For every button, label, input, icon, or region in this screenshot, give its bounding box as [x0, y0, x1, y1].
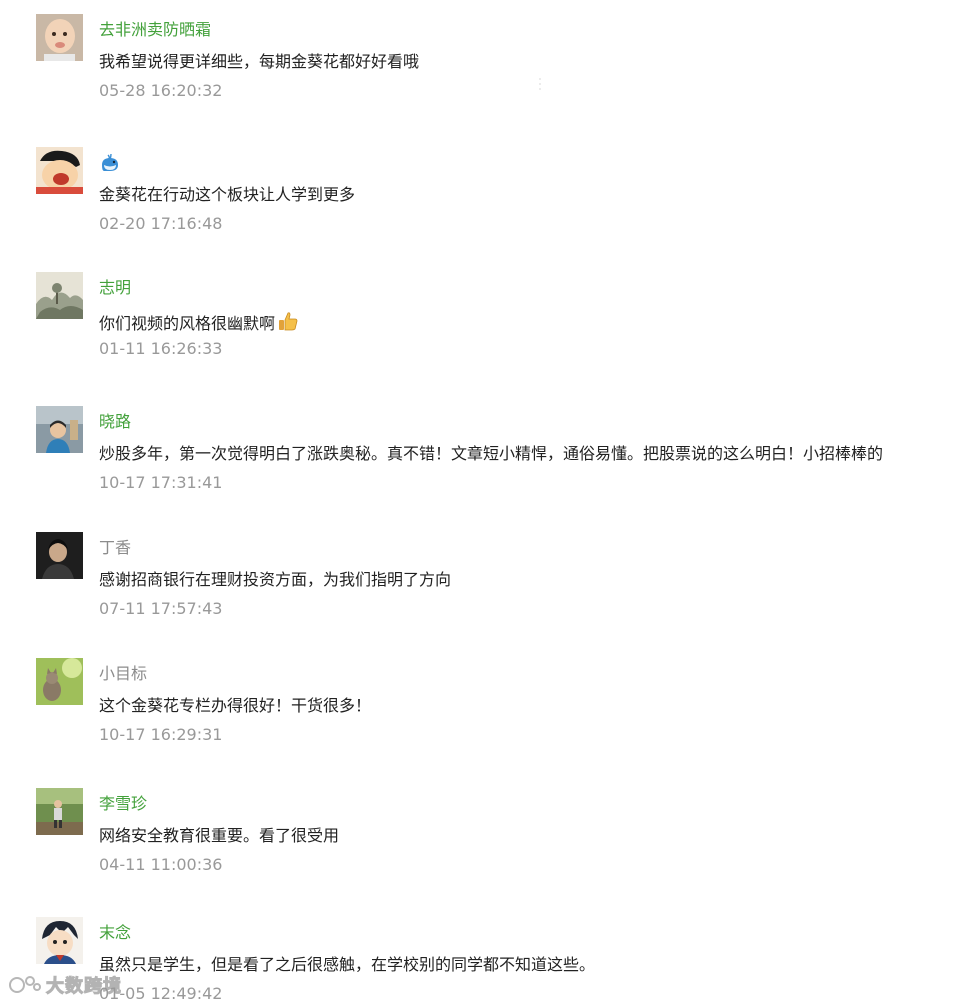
comment-item: 志明 你们视频的风格很幽默啊 01-11 16:26:33 [0, 272, 960, 372]
watermark: 大数跨境 [8, 972, 122, 998]
thumbs-up-icon [279, 312, 298, 331]
comment-text: 网络安全教育很重要。看了很受用 [99, 826, 340, 845]
comment-item: 金葵花在行动这个板块让人学到更多 02-20 17:16:48 [0, 147, 960, 247]
comment-item: 晓路 炒股多年，第一次觉得明白了涨跌奥秘。真不错！文章短小精悍，通俗易懂。把股票… [0, 406, 960, 506]
cat-avatar[interactable] [36, 658, 83, 705]
logo-icon [9, 976, 41, 993]
commenter-name[interactable]: 李雪珍 [99, 794, 147, 814]
comment-text: 这个金葵花专栏办得很好！干货很多！ [99, 696, 372, 715]
anime-boy-avatar[interactable] [36, 917, 83, 964]
comment-item: 丁香 感谢招商银行在理财投资方面，为我们指明了方向 07-11 17:57:43 [0, 532, 960, 632]
comment-time: 04-11 11:00:36 [99, 855, 223, 874]
landscape-painting-avatar[interactable] [36, 272, 83, 319]
commenter-name[interactable]: 志明 [99, 278, 131, 298]
comment-item: 去非洲卖防晒霜 我希望说得更详细些，每期金葵花都好好看哦 05-28 16:20… [0, 14, 960, 114]
comment-text: 炒股多年，第一次觉得明白了涨跌奥秘。真不错！文章短小精悍，通俗易懂。把股票说的这… [99, 444, 884, 463]
comment-time: 10-17 16:29:31 [99, 725, 223, 744]
comment-text: 金葵花在行动这个板块让人学到更多 [99, 185, 356, 204]
commenter-name[interactable]: 去非洲卖防晒霜 [99, 20, 211, 40]
comment-time: 02-20 17:16:48 [99, 214, 223, 233]
comment-text-content: 你们视频的风格很幽默啊 [99, 314, 276, 333]
comment-item: 李雪珍 网络安全教育很重要。看了很受用 04-11 11:00:36 [0, 788, 960, 888]
person-photo-avatar[interactable] [36, 406, 83, 453]
comment-time: 05-28 16:20:32 [99, 81, 223, 100]
comment-time: 10-17 17:31:41 [99, 473, 223, 492]
commenter-name[interactable]: 末念 [99, 923, 131, 943]
commenter-name[interactable]: 晓路 [99, 412, 131, 432]
outdoor-photo-avatar[interactable] [36, 788, 83, 835]
commenter-name[interactable] [99, 153, 121, 180]
comment-item: 小目标 这个金葵花专栏办得很好！干货很多！ 10-17 16:29:31 [0, 658, 960, 758]
commenter-name[interactable]: 丁香 [99, 538, 131, 558]
blue-whale-icon [102, 153, 118, 171]
comment-item: 末念 虽然只是学生，但是看了之后很感触，在学校别的同学都不知道这些。 01-05… [0, 917, 960, 1002]
comment-text: 我希望说得更详细些，每期金葵花都好好看哦 [99, 52, 420, 71]
dark-portrait-avatar[interactable] [36, 532, 83, 579]
comment-time: 07-11 17:57:43 [99, 599, 223, 618]
comment-text: 虽然只是学生，但是看了之后很感触，在学校别的同学都不知道这些。 [99, 955, 596, 974]
dotted-mark-icon [539, 78, 541, 90]
comment-text: 你们视频的风格很幽默啊 [99, 310, 299, 334]
comment-time: 01-11 16:26:33 [99, 339, 223, 358]
comment-list: 去非洲卖防晒霜 我希望说得更详细些，每期金葵花都好好看哦 05-28 16:20… [0, 0, 960, 1002]
watermark-text: 大数跨境 [46, 976, 122, 998]
baby-avatar[interactable] [36, 14, 83, 61]
commenter-name[interactable]: 小目标 [99, 664, 147, 684]
cartoon-boy-avatar[interactable] [36, 147, 83, 194]
comment-text: 感谢招商银行在理财投资方面，为我们指明了方向 [99, 570, 452, 589]
